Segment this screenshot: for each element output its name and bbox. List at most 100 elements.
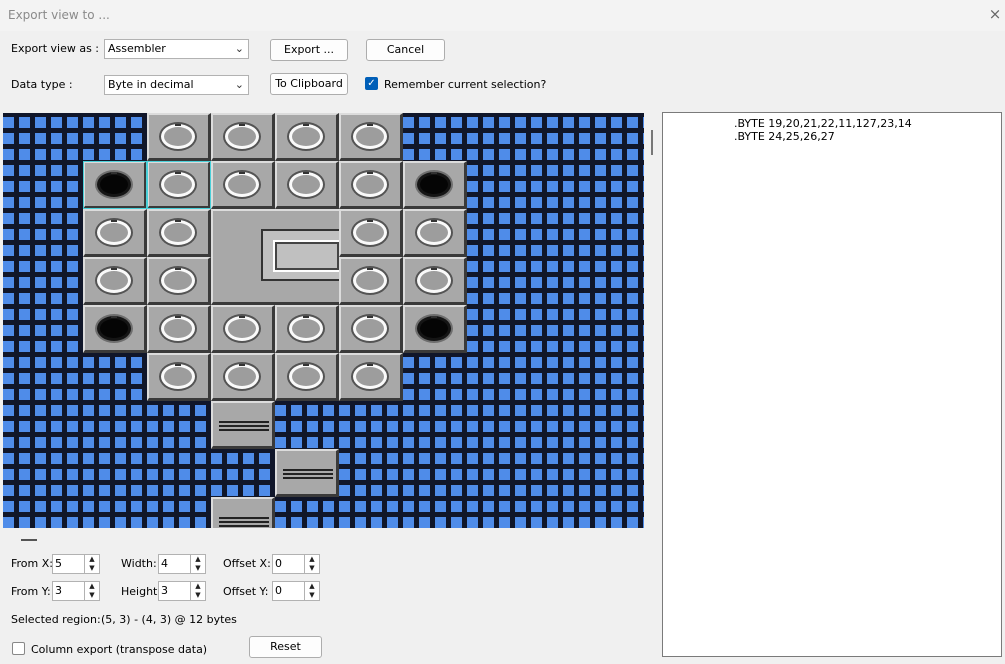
tile (339, 353, 403, 401)
offset-x-label: Offset X: (223, 557, 271, 570)
tile-map-canvas[interactable] (3, 113, 644, 528)
tile-ring (353, 364, 387, 389)
offset-x-spinner[interactable]: 0 ▲ ▼ (272, 554, 320, 574)
spin-down-icon[interactable]: ▼ (305, 591, 319, 600)
height-value: 3 (161, 584, 168, 597)
tile (339, 113, 403, 161)
tile (275, 161, 339, 209)
tile-ring (161, 364, 195, 389)
spin-down-icon[interactable]: ▼ (191, 591, 205, 600)
from-x-label: From X: (11, 557, 53, 570)
from-x-value: 5 (55, 557, 62, 570)
column-export-label: Column export (transpose data) (31, 643, 208, 656)
width-spinner[interactable]: 4 ▲ ▼ (158, 554, 206, 574)
spin-down-icon[interactable]: ▼ (85, 591, 99, 600)
spin-up-icon[interactable]: ▲ (85, 555, 99, 564)
spin-up-icon[interactable]: ▲ (191, 582, 205, 591)
tile-ring (353, 316, 387, 341)
tile (339, 161, 403, 209)
tile-ring (161, 220, 195, 245)
tile (147, 353, 211, 401)
width-label: Width: (121, 557, 157, 570)
spin-up-icon[interactable]: ▲ (85, 582, 99, 591)
tile-ring (161, 172, 195, 197)
tile-ring (353, 124, 387, 149)
center-plate-inner (273, 240, 341, 272)
tile-ring (289, 316, 323, 341)
data-type-select[interactable]: Byte in decimal ⌄ (104, 75, 249, 95)
export-as-label: Export view as : (11, 42, 100, 55)
selected-region-label: Selected region: (11, 613, 101, 626)
offset-y-spinner[interactable]: 0 ▲ ▼ (272, 581, 320, 601)
tile-ring (225, 172, 259, 197)
from-y-value: 3 (55, 584, 62, 597)
tile-ring (97, 268, 131, 293)
tile (83, 257, 147, 305)
tile-ring (353, 220, 387, 245)
export-button[interactable]: Export ... (270, 39, 348, 61)
tile-ring-dark (97, 172, 131, 197)
tile-ring-dark (97, 316, 131, 341)
splitter-handle[interactable] (651, 130, 653, 155)
vent-slots (219, 419, 269, 433)
tile-ring-dark (417, 316, 451, 341)
tile-ring (289, 124, 323, 149)
tile-ring (353, 172, 387, 197)
reset-button[interactable]: Reset (249, 636, 322, 658)
tile (339, 209, 403, 257)
spin-down-icon[interactable]: ▼ (85, 564, 99, 573)
spin-down-icon[interactable]: ▼ (305, 564, 319, 573)
tile-ring (417, 268, 451, 293)
tile-ring (225, 124, 259, 149)
from-y-spinner[interactable]: 3 ▲ ▼ (52, 581, 100, 601)
data-type-label: Data type : (11, 78, 73, 91)
from-x-spinner[interactable]: 5 ▲ ▼ (52, 554, 100, 574)
tile-ring (97, 220, 131, 245)
tile-ring (353, 268, 387, 293)
tile (211, 353, 275, 401)
tile (403, 161, 467, 209)
tile (339, 305, 403, 353)
tile (403, 305, 467, 353)
spin-up-icon[interactable]: ▲ (305, 555, 319, 564)
width-value: 4 (161, 557, 168, 570)
spin-down-icon[interactable]: ▼ (191, 564, 205, 573)
chevron-down-icon: ⌄ (234, 78, 244, 91)
tile (83, 305, 147, 353)
tile-ring (161, 124, 195, 149)
tile (403, 257, 467, 305)
data-type-value: Byte in decimal (108, 78, 194, 91)
tile (339, 257, 403, 305)
to-clipboard-button[interactable]: To Clipboard (270, 73, 348, 95)
cancel-button[interactable]: Cancel (366, 39, 445, 61)
export-as-select[interactable]: Assembler ⌄ (104, 39, 249, 59)
tile (83, 209, 147, 257)
selected-region-value: (5, 3) - (4, 3) @ 12 bytes (101, 613, 237, 626)
tile-ring (161, 268, 195, 293)
spin-up-icon[interactable]: ▲ (305, 582, 319, 591)
export-as-value: Assembler (108, 42, 166, 55)
height-label: Height: (121, 585, 162, 598)
output-text[interactable]: .BYTE 19,20,21,22,11,127,23,14 .BYTE 24,… (662, 112, 1002, 657)
tile (275, 113, 339, 161)
tile-ring (225, 364, 259, 389)
tile (147, 305, 211, 353)
offset-y-value: 0 (275, 584, 282, 597)
tile-selected (83, 161, 147, 209)
height-spinner[interactable]: 3 ▲ ▼ (158, 581, 206, 601)
close-icon[interactable]: × (985, 0, 1005, 31)
tile (147, 113, 211, 161)
offset-y-label: Offset Y: (223, 585, 269, 598)
column-export-checkbox[interactable] (12, 642, 25, 655)
chevron-down-icon: ⌄ (234, 42, 244, 55)
spin-up-icon[interactable]: ▲ (191, 555, 205, 564)
tile (147, 209, 211, 257)
vent-slots (219, 515, 269, 528)
tile-ring (289, 172, 323, 197)
tile (211, 305, 275, 353)
horizontal-scroll-thumb[interactable] (21, 539, 37, 541)
offset-x-value: 0 (275, 557, 282, 570)
tile (147, 257, 211, 305)
remember-checkbox[interactable]: ✓ (365, 77, 378, 90)
title-bar: Export view to ... × (0, 0, 1005, 31)
